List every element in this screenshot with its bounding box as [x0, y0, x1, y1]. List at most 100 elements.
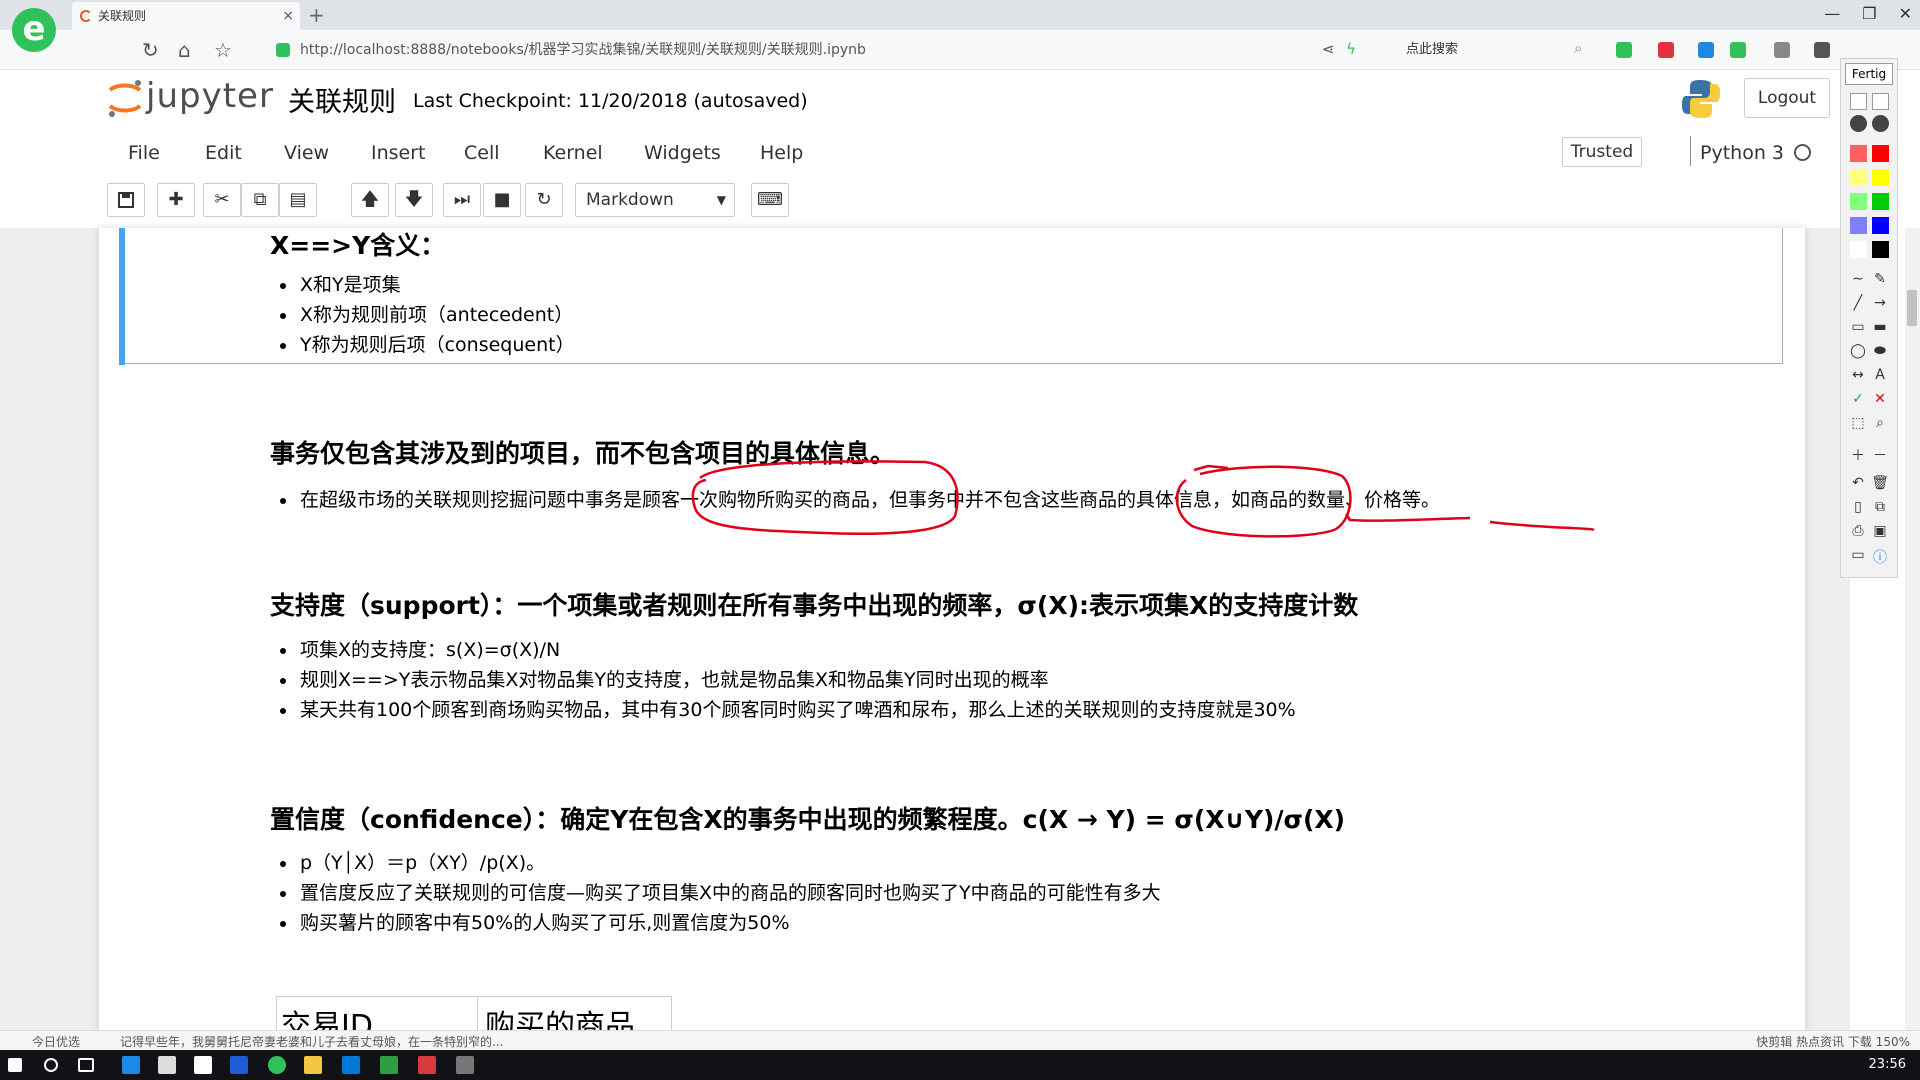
- extension-icon[interactable]: [1698, 42, 1714, 58]
- undo-icon[interactable]: ↶: [1848, 475, 1868, 491]
- grid-icon[interactable]: [1774, 42, 1790, 58]
- command-palette-button[interactable]: ⌨: [751, 183, 789, 217]
- pencil-tool-icon[interactable]: ✎: [1870, 271, 1890, 287]
- new-tab-button[interactable]: +: [308, 3, 325, 27]
- freehand-tool-icon[interactable]: ∼: [1848, 271, 1868, 287]
- color-swatch[interactable]: [1872, 193, 1889, 210]
- color-swatch[interactable]: [1872, 241, 1889, 258]
- interrupt-button[interactable]: ■: [483, 183, 521, 217]
- vscode-icon[interactable]: [230, 1056, 248, 1074]
- line-tool-icon[interactable]: ╱: [1848, 295, 1868, 311]
- extension-icon[interactable]: [1616, 42, 1632, 58]
- screen-icon[interactable]: ▭: [1848, 547, 1868, 563]
- menu-widgets[interactable]: Widgets: [644, 142, 721, 164]
- app-icon[interactable]: [456, 1056, 474, 1074]
- minimize-icon[interactable]: —: [1824, 4, 1840, 23]
- close-window-icon[interactable]: ✕: [1899, 4, 1912, 23]
- ellipse-tool-icon[interactable]: ◯: [1848, 343, 1868, 359]
- share-icon[interactable]: ⋖: [1322, 40, 1335, 58]
- url-field[interactable]: http://localhost:8888/notebooks/机器学习实战集锦…: [300, 36, 866, 64]
- restore-icon[interactable]: ❐: [1862, 4, 1876, 23]
- color-swatch[interactable]: [1872, 217, 1889, 234]
- text-tool-icon[interactable]: A: [1870, 367, 1890, 383]
- reload-icon[interactable]: ↻: [142, 38, 159, 62]
- cut-button[interactable]: ✂: [203, 183, 241, 217]
- app-icon[interactable]: [380, 1056, 398, 1074]
- browser-logo-icon[interactable]: e: [12, 8, 56, 52]
- copy-button[interactable]: ⧉: [241, 183, 279, 217]
- pen-size-xlarge[interactable]: [1872, 115, 1889, 132]
- move-up-button[interactable]: 🡅: [351, 183, 389, 217]
- menu-cell[interactable]: Cell: [464, 142, 500, 164]
- tab-close-icon[interactable]: ×: [282, 2, 294, 30]
- task-view-icon[interactable]: [78, 1058, 94, 1072]
- insert-cell-button[interactable]: ✚: [157, 183, 195, 217]
- save-drawing-icon[interactable]: ▣: [1870, 523, 1890, 539]
- trash-icon[interactable]: 🗑: [1870, 475, 1890, 491]
- filled-ellipse-tool-icon[interactable]: ⬬: [1870, 343, 1890, 359]
- color-swatch[interactable]: [1850, 169, 1867, 186]
- menu-kernel[interactable]: Kernel: [543, 142, 603, 164]
- search-icon[interactable]: ⌕: [1574, 39, 1582, 57]
- notebook-container[interactable]: X==>Y含义： X和Y是项集 X称为规则前项（antecedent） Y称为规…: [99, 228, 1805, 1030]
- menu-help[interactable]: Help: [760, 142, 803, 164]
- logout-button[interactable]: Logout: [1744, 78, 1830, 118]
- color-swatch[interactable]: [1850, 217, 1867, 234]
- sidebar-icon[interactable]: [1814, 42, 1830, 58]
- plus-tool-icon[interactable]: ＋: [1848, 445, 1868, 465]
- menu-edit[interactable]: Edit: [205, 142, 242, 164]
- explorer-icon[interactable]: [304, 1056, 322, 1074]
- rectangle-tool-icon[interactable]: ▭: [1848, 319, 1868, 335]
- color-swatch[interactable]: [1872, 169, 1889, 186]
- home-icon[interactable]: ⌂: [178, 38, 191, 62]
- move-down-button[interactable]: 🡇: [395, 183, 433, 217]
- color-swatch[interactable]: [1872, 145, 1889, 162]
- app-icon[interactable]: [342, 1056, 360, 1074]
- extension-icon[interactable]: [1658, 42, 1674, 58]
- status-news-ticker[interactable]: 记得早些年，我舅舅托尼帝妻老婆和儿子去看丈母娘，在一条特别窄的...: [120, 1033, 503, 1050]
- browser-tab-active[interactable]: 关联规则 ×: [72, 2, 300, 30]
- filled-rectangle-tool-icon[interactable]: ▬: [1870, 319, 1890, 335]
- notebook-name[interactable]: 关联规则: [288, 80, 396, 119]
- pen-size-small[interactable]: [1850, 93, 1867, 110]
- pen-size-large[interactable]: [1850, 115, 1867, 132]
- color-swatch[interactable]: [1850, 193, 1867, 210]
- cell-type-select[interactable]: Markdown ▼: [575, 183, 735, 217]
- start-icon[interactable]: [8, 1058, 22, 1072]
- copy-page-icon[interactable]: ⧉: [1870, 499, 1890, 515]
- check-tool-icon[interactable]: ✓: [1848, 391, 1868, 407]
- cross-tool-icon[interactable]: ✕: [1870, 391, 1890, 407]
- menu-view[interactable]: View: [284, 142, 329, 164]
- palette-done-button[interactable]: Fertig: [1845, 63, 1893, 85]
- save-button[interactable]: [107, 183, 145, 217]
- zoom-tool-icon[interactable]: ⌕: [1870, 415, 1890, 431]
- restart-button[interactable]: ↻: [525, 183, 563, 217]
- browser-taskbar-icon[interactable]: [268, 1056, 286, 1074]
- menu-file[interactable]: File: [128, 142, 160, 164]
- taskbar-clock[interactable]: 23:56: [1869, 1057, 1906, 1072]
- pen-size-medium[interactable]: [1872, 93, 1889, 110]
- bolt-icon[interactable]: ϟ: [1346, 40, 1356, 58]
- search-input[interactable]: 点此搜索: [1396, 38, 1596, 62]
- minus-tool-icon[interactable]: －: [1870, 445, 1890, 465]
- run-button[interactable]: ⏭: [443, 183, 481, 217]
- status-tools[interactable]: 快剪辑 热点资讯 下载 150%: [1756, 1033, 1910, 1050]
- color-swatch[interactable]: [1850, 241, 1867, 258]
- select-tool-icon[interactable]: ⬚: [1848, 415, 1868, 431]
- double-arrow-tool-icon[interactable]: ↔: [1848, 367, 1868, 383]
- print-icon[interactable]: ⎙: [1848, 523, 1868, 539]
- paste-button[interactable]: ▤: [279, 183, 317, 217]
- search-taskbar-icon[interactable]: [44, 1058, 58, 1072]
- jupyter-logo-text[interactable]: jupyter: [146, 76, 274, 116]
- scrollbar-track[interactable]: [1905, 228, 1920, 1030]
- star-icon[interactable]: ☆: [214, 38, 232, 62]
- info-icon[interactable]: ⓘ: [1870, 547, 1890, 567]
- app-icon[interactable]: [418, 1056, 436, 1074]
- color-swatch[interactable]: [1850, 145, 1867, 162]
- trusted-indicator[interactable]: Trusted: [1562, 137, 1642, 167]
- new-page-icon[interactable]: ▯: [1848, 499, 1868, 515]
- store-icon[interactable]: [158, 1056, 176, 1074]
- menu-insert[interactable]: Insert: [371, 142, 426, 164]
- mail-icon[interactable]: [194, 1056, 212, 1074]
- status-promo[interactable]: 今日优选: [32, 1033, 80, 1050]
